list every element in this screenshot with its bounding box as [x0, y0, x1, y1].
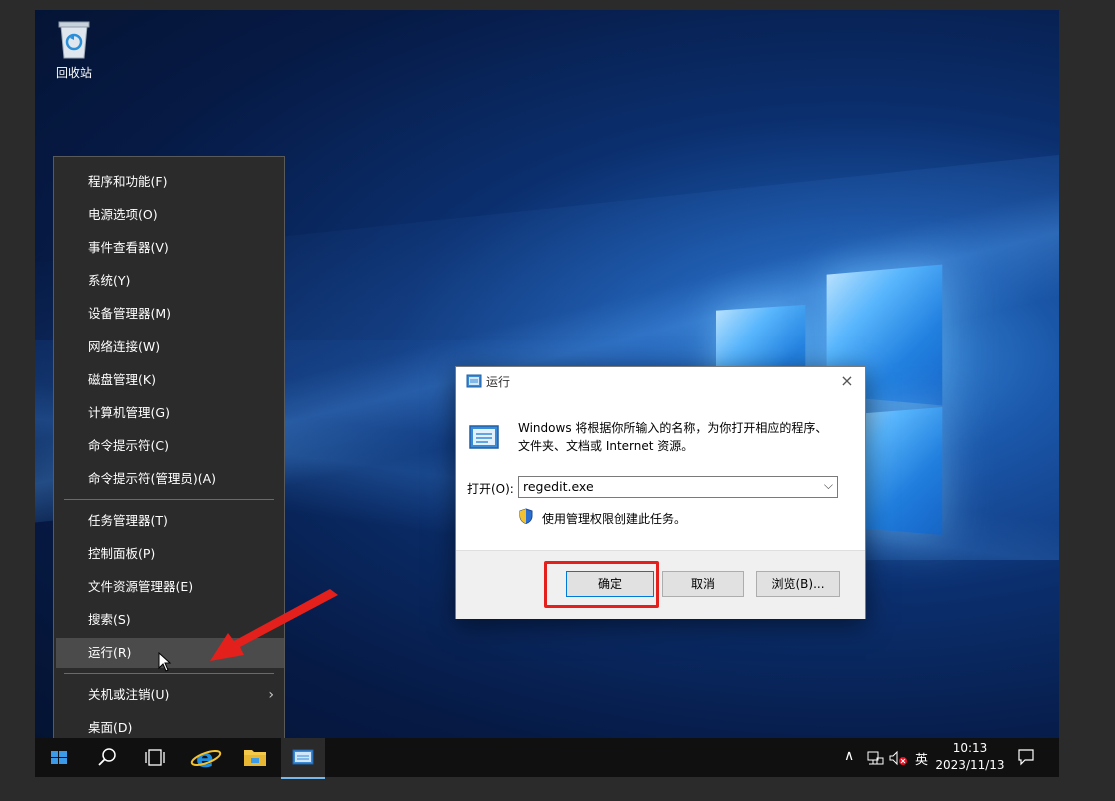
network-icon[interactable]	[866, 750, 884, 766]
dialog-button-bar: 确定 取消 浏览(B)...	[456, 550, 865, 619]
chevron-right-icon: ›	[268, 687, 274, 703]
menu-item-label: 控制面板(P)	[88, 546, 156, 561]
svg-text:e: e	[196, 744, 214, 774]
dialog-title: 运行	[486, 375, 511, 389]
menu-item-disk-management[interactable]: 磁盘管理(K)	[56, 365, 284, 395]
start-button[interactable]	[35, 738, 83, 777]
menu-item-task-manager[interactable]: 任务管理器(T)	[56, 506, 284, 536]
taskbar: e ∧ 英 10:13 2023/11/13	[35, 738, 1059, 779]
menu-item-label: 事件查看器(V)	[88, 240, 169, 255]
menu-item-label: 关机或注销(U)	[88, 687, 170, 702]
run-icon	[292, 749, 314, 765]
dialog-description: Windows 将根据你所输入的名称，为你打开相应的程序、文件夹、文档或 Int…	[518, 421, 828, 453]
taskbar-run[interactable]	[281, 738, 325, 779]
menu-item-control-panel[interactable]: 控制面板(P)	[56, 539, 284, 569]
notification-center-icon[interactable]	[1017, 748, 1035, 766]
menu-item-label: 文件资源管理器(E)	[88, 579, 194, 594]
windows-start-icon	[51, 751, 67, 764]
run-command-value[interactable]: regedit.exe	[523, 479, 594, 494]
menu-item-computer-management[interactable]: 计算机管理(G)	[56, 398, 284, 428]
menu-item-label: 网络连接(W)	[88, 339, 161, 354]
search-button[interactable]	[85, 738, 129, 777]
folder-icon	[244, 750, 266, 766]
recycle-bin-icon	[56, 18, 92, 60]
recycle-bin-label: 回收站	[55, 66, 92, 80]
volume-muted-icon[interactable]	[888, 750, 908, 766]
menu-item-label: 程序和功能(F)	[88, 174, 168, 189]
menu-item-label: 命令提示符(管理员)(A)	[88, 471, 217, 486]
ime-indicator[interactable]: 英	[915, 749, 928, 768]
run-dialog-titlebar[interactable]: 运行 ×	[456, 367, 865, 395]
chevron-down-icon[interactable]: ⌵	[824, 478, 833, 493]
taskbar-file-explorer[interactable]	[233, 738, 277, 777]
menu-item-command-prompt[interactable]: 命令提示符(C)	[56, 431, 284, 461]
menu-item-shutdown-signout[interactable]: 关机或注销(U) ›	[56, 680, 284, 710]
internet-explorer-icon: e	[190, 744, 222, 774]
mouse-cursor-icon	[158, 652, 172, 672]
admin-privilege-note: 使用管理权限创建此任务。	[542, 512, 687, 526]
task-view-icon	[145, 749, 165, 766]
task-view-button[interactable]	[133, 738, 177, 777]
menu-item-label: 运行(R)	[88, 645, 132, 660]
clock-date: 2023/11/13	[935, 758, 1005, 772]
menu-item-label: 搜索(S)	[88, 612, 131, 627]
menu-item-event-viewer[interactable]: 事件查看器(V)	[56, 233, 284, 263]
taskbar-edge[interactable]: e	[184, 738, 228, 777]
menu-item-label: 计算机管理(G)	[88, 405, 170, 420]
menu-item-command-prompt-admin[interactable]: 命令提示符(管理员)(A)	[56, 464, 284, 494]
run-command-input[interactable]: regedit.exe ⌵	[518, 476, 838, 498]
run-icon	[466, 374, 482, 388]
menu-item-label: 桌面(D)	[88, 720, 133, 735]
run-program-icon	[469, 425, 499, 449]
menu-item-label: 设备管理器(M)	[88, 306, 172, 321]
annotation-highlight-box	[544, 561, 659, 608]
annotation-arrow-icon	[210, 589, 338, 661]
run-dialog: 运行 × Windows 将根据你所输入的名称，为你打开相应的程序、文件夹、文档…	[455, 366, 866, 619]
menu-item-label: 任务管理器(T)	[88, 513, 168, 528]
menu-item-label: 命令提示符(C)	[88, 438, 169, 453]
menu-item-network-connections[interactable]: 网络连接(W)	[56, 332, 284, 362]
menu-item-label: 系统(Y)	[88, 273, 131, 288]
menu-separator	[64, 499, 274, 500]
menu-item-device-manager[interactable]: 设备管理器(M)	[56, 299, 284, 329]
uac-shield-icon	[519, 508, 533, 524]
clock-time: 10:13	[952, 741, 988, 755]
cancel-button[interactable]: 取消	[662, 571, 744, 597]
taskbar-clock[interactable]: 10:13 2023/11/13	[930, 740, 1010, 774]
search-icon	[98, 748, 116, 766]
menu-item-label: 磁盘管理(K)	[88, 372, 156, 387]
browse-button[interactable]: 浏览(B)...	[756, 571, 840, 597]
recycle-bin[interactable]: 回收站	[45, 18, 103, 81]
menu-item-power-options[interactable]: 电源选项(O)	[56, 200, 284, 230]
menu-item-system[interactable]: 系统(Y)	[56, 266, 284, 296]
menu-item-programs-features[interactable]: 程序和功能(F)	[56, 167, 284, 197]
tray-overflow-chevron-up-icon[interactable]: ∧	[844, 748, 854, 764]
close-icon[interactable]: ×	[833, 369, 861, 393]
menu-item-label: 电源选项(O)	[88, 207, 158, 222]
open-label: 打开(O):	[467, 482, 514, 496]
